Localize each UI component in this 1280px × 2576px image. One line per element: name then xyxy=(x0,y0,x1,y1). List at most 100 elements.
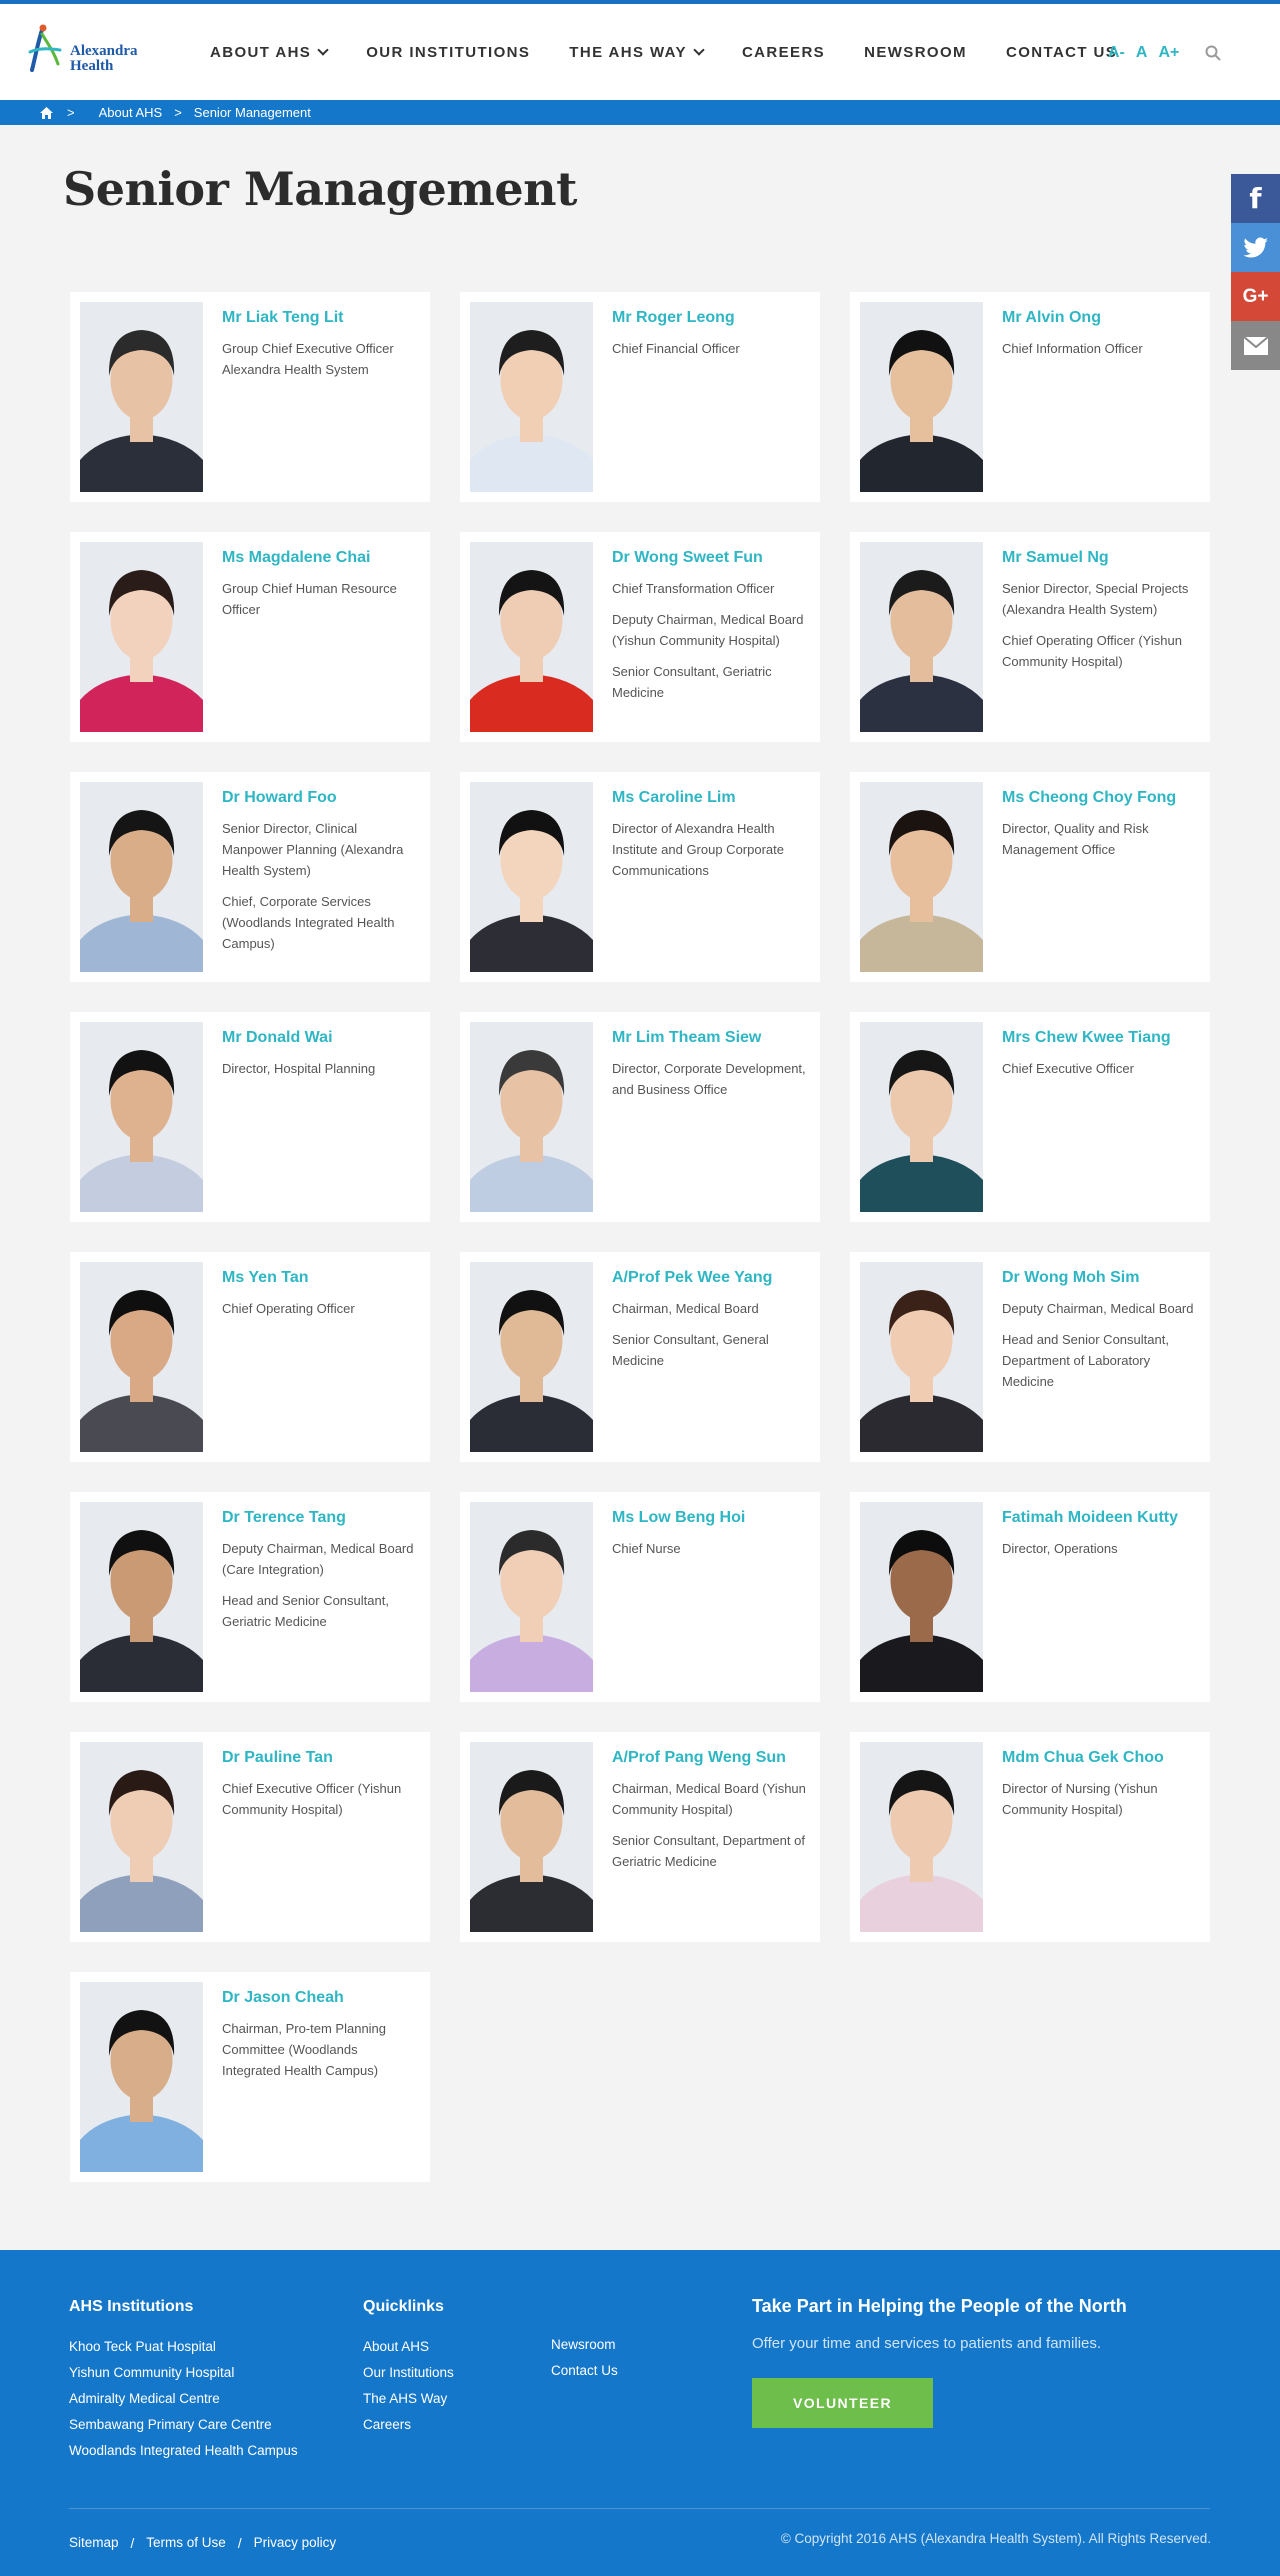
font-default-button[interactable]: A xyxy=(1136,44,1148,62)
person-photo[interactable] xyxy=(80,1022,203,1212)
footer-sitemap-link[interactable]: Sitemap xyxy=(69,2530,119,2556)
person-name[interactable]: Mr Lim Theam Siew xyxy=(612,1028,806,1048)
person-card: A/Prof Pang Weng Sun Chairman, Medical Bo… xyxy=(460,1732,820,1942)
person-info: Mr Liak Teng Lit Group Chief Executive Of… xyxy=(222,308,416,390)
footer-institutions: AHS Institutions Khoo Teck Puat Hospital… xyxy=(69,2298,298,2464)
person-photo[interactable] xyxy=(860,1502,983,1692)
breadcrumb-separator: > xyxy=(67,105,75,120)
person-role: Chief Financial Officer xyxy=(612,341,740,356)
person-card: Ms Low Beng Hoi Chief Nurse xyxy=(460,1492,820,1702)
person-name[interactable]: Mdm Chua Gek Choo xyxy=(1002,1748,1196,1768)
portrait-image xyxy=(80,1502,203,1692)
person-name[interactable]: Dr Jason Cheah xyxy=(222,1988,416,2008)
breadcrumb-about-ahs[interactable]: About AHS xyxy=(99,105,163,120)
portrait-image xyxy=(470,542,593,732)
footer-quicklink-about-ahs[interactable]: About AHS xyxy=(363,2334,454,2360)
copyright-text: © Copyright 2016 AHS (Alexandra Health S… xyxy=(780,2531,1211,2546)
person-photo[interactable] xyxy=(470,1502,593,1692)
footer-quicklink-the-ahs-way[interactable]: The AHS Way xyxy=(363,2386,454,2412)
footer-quicklink-our-institutions[interactable]: Our Institutions xyxy=(363,2360,454,2386)
footer-link-woodlands-integrated-health-campus[interactable]: Woodlands Integrated Health Campus xyxy=(69,2438,298,2464)
person-name[interactable]: Dr Terence Tang xyxy=(222,1508,416,1528)
portrait-image xyxy=(80,1022,203,1212)
person-role: Director of Alexandra Health Institute a… xyxy=(612,821,784,878)
twitter-icon[interactable] xyxy=(1231,223,1280,272)
person-name[interactable]: Ms Cheong Choy Fong xyxy=(1002,788,1196,808)
person-photo[interactable] xyxy=(470,1742,593,1932)
nav-item-newsroom[interactable]: NEWSROOM xyxy=(864,44,967,61)
footer-link-khoo-teck-puat-hospital[interactable]: Khoo Teck Puat Hospital xyxy=(69,2334,298,2360)
chevron-down-icon xyxy=(317,44,329,56)
person-photo[interactable] xyxy=(80,782,203,972)
person-info: Mdm Chua Gek Choo Director of Nursing (Yi… xyxy=(1002,1748,1196,1830)
person-photo[interactable] xyxy=(470,1262,593,1452)
footer-link-yishun-community-hospital[interactable]: Yishun Community Hospital xyxy=(69,2360,298,2386)
person-card: Mr Lim Theam Siew Director, Corporate Dev… xyxy=(460,1012,820,1222)
person-name[interactable]: Dr Pauline Tan xyxy=(222,1748,416,1768)
alexandra-health-logo[interactable]: Alexandra Health xyxy=(28,22,158,84)
footer-terms-of-use-link[interactable]: Terms of Use xyxy=(146,2530,226,2556)
nav-item-about-ahs[interactable]: ABOUT AHS xyxy=(210,44,329,61)
person-name[interactable]: Mrs Chew Kwee Tiang xyxy=(1002,1028,1196,1048)
portrait-image xyxy=(80,782,203,972)
person-name[interactable]: A/Prof Pek Wee Yang xyxy=(612,1268,806,1288)
footer-quicklink-newsroom[interactable]: Newsroom xyxy=(551,2332,618,2358)
volunteer-button[interactable]: VOLUNTEER xyxy=(752,2378,933,2428)
person-name[interactable]: Mr Donald Wai xyxy=(222,1028,416,1048)
footer-privacy-policy-link[interactable]: Privacy policy xyxy=(254,2530,337,2556)
person-name[interactable]: Ms Caroline Lim xyxy=(612,788,806,808)
nav-item-contact-us[interactable]: CONTACT US xyxy=(1006,44,1117,61)
home-icon[interactable] xyxy=(40,106,53,119)
person-name[interactable]: Mr Roger Leong xyxy=(612,308,806,328)
person-name[interactable]: Mr Samuel Ng xyxy=(1002,548,1196,568)
person-name[interactable]: Ms Magdalene Chai xyxy=(222,548,416,568)
person-card: Ms Caroline Lim Director of Alexandra Hea… xyxy=(460,772,820,982)
person-name[interactable]: Fatimah Moideen Kutty xyxy=(1002,1508,1196,1528)
person-name[interactable]: Mr Liak Teng Lit xyxy=(222,308,416,328)
person-photo[interactable] xyxy=(80,1742,203,1932)
nav-item-our-institutions[interactable]: OUR INSTITUTIONS xyxy=(366,44,530,61)
person-photo[interactable] xyxy=(860,782,983,972)
person-photo[interactable] xyxy=(80,1262,203,1452)
footer-quicklink-careers[interactable]: Careers xyxy=(363,2412,454,2438)
person-photo[interactable] xyxy=(80,302,203,492)
person-card: Dr Howard Foo Senior Director, Clinical M… xyxy=(70,772,430,982)
nav-item-the-ahs-way[interactable]: THE AHS WAY xyxy=(569,44,705,61)
footer-quicklink-contact-us[interactable]: Contact Us xyxy=(551,2358,618,2384)
person-name[interactable]: Mr Alvin Ong xyxy=(1002,308,1196,328)
person-info: Ms Yen Tan Chief Operating Officer xyxy=(222,1268,416,1329)
person-role: Chief Operating Officer (Yishun Communit… xyxy=(1002,633,1182,669)
person-name[interactable]: Dr Wong Moh Sim xyxy=(1002,1268,1196,1288)
person-name[interactable]: Ms Low Beng Hoi xyxy=(612,1508,806,1528)
nav-item-label: ABOUT AHS xyxy=(210,44,312,61)
person-photo[interactable] xyxy=(80,542,203,732)
google-plus-icon[interactable]: G+ xyxy=(1231,272,1280,321)
person-name[interactable]: Ms Yen Tan xyxy=(222,1268,416,1288)
person-photo[interactable] xyxy=(860,542,983,732)
person-name[interactable]: A/Prof Pang Weng Sun xyxy=(612,1748,806,1768)
logo-wordmark: Alexandra Health xyxy=(70,44,138,74)
font-decrease-button[interactable]: A- xyxy=(1108,44,1125,62)
nav-item-careers[interactable]: CAREERS xyxy=(742,44,825,61)
person-photo[interactable] xyxy=(470,1022,593,1212)
person-photo[interactable] xyxy=(470,782,593,972)
person-name[interactable]: Dr Howard Foo xyxy=(222,788,416,808)
person-photo[interactable] xyxy=(470,302,593,492)
email-icon[interactable] xyxy=(1231,321,1280,370)
person-photo[interactable] xyxy=(860,1742,983,1932)
footer-link-sembawang-primary-care-centre[interactable]: Sembawang Primary Care Centre xyxy=(69,2412,298,2438)
person-photo[interactable] xyxy=(860,1262,983,1452)
person-name[interactable]: Dr Wong Sweet Fun xyxy=(612,548,806,568)
person-photo[interactable] xyxy=(470,542,593,732)
person-photo[interactable] xyxy=(860,1022,983,1212)
person-photo[interactable] xyxy=(80,1982,203,2172)
person-photo[interactable] xyxy=(860,302,983,492)
facebook-icon[interactable]: f xyxy=(1231,174,1280,223)
search-icon[interactable] xyxy=(1205,45,1221,61)
person-role: Senior Director, Special Projects (Alexa… xyxy=(1002,581,1189,617)
nav-item-label: THE AHS WAY xyxy=(569,44,687,61)
person-photo[interactable] xyxy=(80,1502,203,1692)
font-increase-button[interactable]: A+ xyxy=(1158,44,1179,62)
portrait-image xyxy=(470,782,593,972)
footer-link-admiralty-medical-centre[interactable]: Admiralty Medical Centre xyxy=(69,2386,298,2412)
